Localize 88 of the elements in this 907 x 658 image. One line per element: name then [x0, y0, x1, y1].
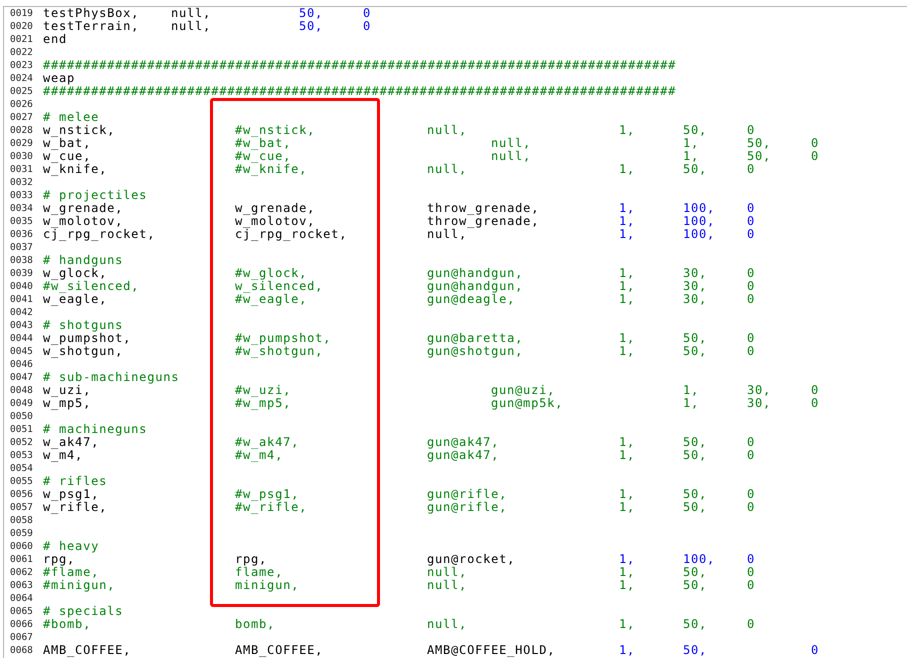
- code-line: AMB_COFFEE, AMB_COFFEE, AMB@COFFEE_HOLD, 1, 50, 0: [43, 644, 820, 657]
- line-number: 0050: [9, 410, 34, 423]
- code-line: # projectiles: [43, 189, 148, 202]
- line-number: 0034: [9, 202, 34, 215]
- line-number: 0040: [9, 280, 34, 293]
- line-number: 0036: [9, 228, 34, 241]
- line-number: 0020: [9, 20, 34, 33]
- code-line: w_glock, #w_glock, gun@handgun, 1, 30, 0: [43, 267, 756, 280]
- line-number: 0046: [9, 358, 34, 371]
- code-line: testTerrain, null, 50, 0: [43, 20, 372, 33]
- line-number: 0032: [9, 176, 34, 189]
- line-number: 0037: [9, 241, 34, 254]
- line-number: 0038: [9, 254, 34, 267]
- line-number: 0048: [9, 384, 34, 397]
- code-line: # handguns: [43, 254, 124, 267]
- code-line: #flame, flame, null, 1, 50, 0: [43, 566, 756, 579]
- line-number: 0062: [9, 566, 34, 579]
- line-number: 0027: [9, 111, 34, 124]
- code-line: # heavy: [43, 540, 100, 553]
- code-line: #minigun, minigun, null, 1, 50, 0: [43, 579, 756, 592]
- code-line: w_knife, #w_knife, null, 1, 50, 0: [43, 163, 756, 176]
- line-number: 0060: [9, 540, 34, 553]
- code-line: cj_rpg_rocket, cj_rpg_rocket, null, 1, 100, 0: [43, 228, 756, 241]
- code-line: w_m4, #w_m4, gun@ak47, 1, 50, 0: [43, 449, 756, 462]
- code-line: w_molotov, w_molotov, throw_grenade, 1, 100, 0: [43, 215, 756, 228]
- line-number: 0022: [9, 46, 34, 59]
- code-line: #w_silenced, w_silenced, gun@handgun, 1, 30, 0: [43, 280, 756, 293]
- line-number: 0042: [9, 306, 34, 319]
- line-number: 0045: [9, 345, 34, 358]
- code-line: w_cue, #w_cue, null, 1, 50, 0: [43, 150, 820, 163]
- line-number: 0039: [9, 267, 34, 280]
- code-line: w_pumpshot, #w_pumpshot, gun@baretta, 1, 50, 0: [43, 332, 756, 345]
- line-number: 0057: [9, 501, 34, 514]
- code-line: ###############################################################################: [43, 85, 678, 98]
- code-line: # shotguns: [43, 319, 124, 332]
- code-line: # rifles: [43, 475, 108, 488]
- line-number: 0025: [9, 85, 34, 98]
- line-number: 0030: [9, 150, 34, 163]
- line-number: 0035: [9, 215, 34, 228]
- line-number: 0021: [9, 33, 34, 46]
- line-number: 0052: [9, 436, 34, 449]
- line-number: 0068: [9, 644, 34, 657]
- line-number: 0053: [9, 449, 34, 462]
- code-line: # machineguns: [43, 423, 148, 436]
- line-number: 0033: [9, 189, 34, 202]
- code-line: w_grenade, w_grenade, throw_grenade, 1, 100, 0: [43, 202, 756, 215]
- code-line: w_uzi, #w_uzi, gun@uzi, 1, 30, 0: [43, 384, 820, 397]
- line-number: 0061: [9, 553, 34, 566]
- code-line: ###############################################################################: [43, 59, 678, 72]
- line-number: 0023: [9, 59, 34, 72]
- line-number: 0031: [9, 163, 34, 176]
- line-number: 0065: [9, 605, 34, 618]
- code-line: w_rifle, #w_rifle, gun@rifle, 1, 50, 0: [43, 501, 756, 514]
- code-line: w_shotgun, #w_shotgun, gun@shotgun, 1, 50, 0: [43, 345, 756, 358]
- code-line: #bomb, bomb, null, 1, 50, 0: [43, 618, 756, 631]
- code-line: rpg, rpg, gun@rocket, 1, 100, 0: [43, 553, 756, 566]
- line-number: 0058: [9, 514, 34, 527]
- line-number: 0056: [9, 488, 34, 501]
- line-number: 0041: [9, 293, 34, 306]
- line-number: 0064: [9, 592, 34, 605]
- line-number: 0019: [9, 7, 34, 20]
- line-number: 0067: [9, 631, 34, 644]
- line-number: 0063: [9, 579, 34, 592]
- line-number: 0054: [9, 462, 34, 475]
- code-line: # melee: [43, 111, 100, 124]
- line-number: 0044: [9, 332, 34, 345]
- line-number: 0024: [9, 72, 34, 85]
- code-line: w_psg1, #w_psg1, gun@rifle, 1, 50, 0: [43, 488, 756, 501]
- code-line: w_mp5, #w_mp5, gun@mp5k, 1, 30, 0: [43, 397, 820, 410]
- line-number: 0047: [9, 371, 34, 384]
- code-line: # sub-machineguns: [43, 371, 180, 384]
- code-line: testPhysBox, null, 50, 0: [43, 7, 372, 20]
- code-line: w_ak47, #w_ak47, gun@ak47, 1, 50, 0: [43, 436, 756, 449]
- line-number: 0066: [9, 618, 34, 631]
- line-number: 0026: [9, 98, 34, 111]
- code-line: weap: [43, 72, 76, 85]
- code-line: w_eagle, #w_eagle, gun@deagle, 1, 30, 0: [43, 293, 756, 306]
- line-number: 0049: [9, 397, 34, 410]
- line-number: 0051: [9, 423, 34, 436]
- line-number: 0043: [9, 319, 34, 332]
- line-number: 0055: [9, 475, 34, 488]
- code-line: end: [43, 33, 68, 46]
- code-line: w_nstick, #w_nstick, null, 1, 50, 0: [43, 124, 756, 137]
- code-line: # specials: [43, 605, 124, 618]
- code-line: w_bat, #w_bat, null, 1, 50, 0: [43, 137, 820, 150]
- line-number: 0059: [9, 527, 34, 540]
- line-number: 0028: [9, 124, 34, 137]
- line-number: 0029: [9, 137, 34, 150]
